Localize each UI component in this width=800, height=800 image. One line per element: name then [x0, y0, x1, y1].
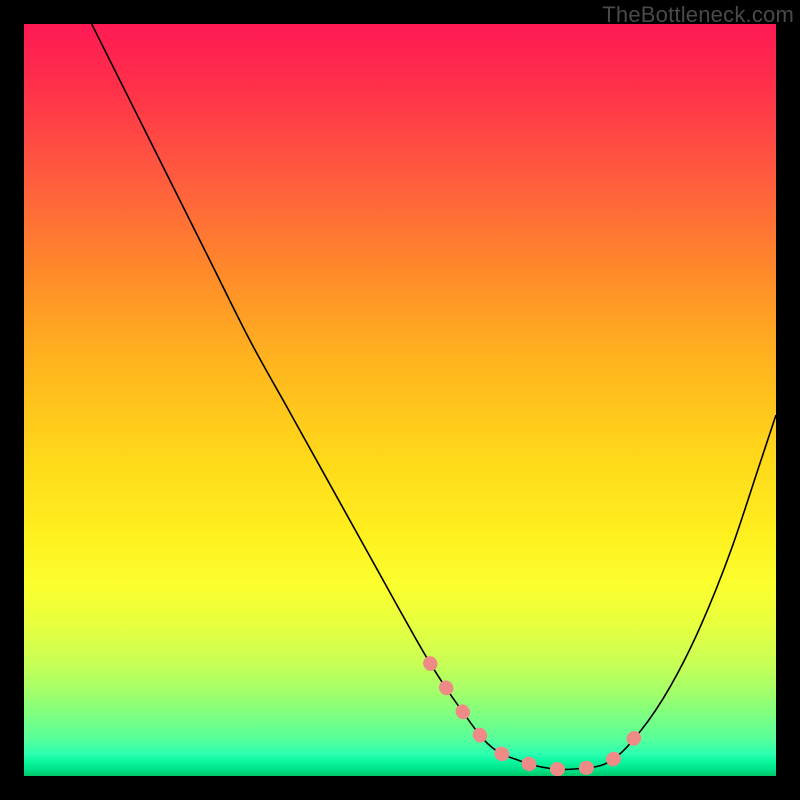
optimal-zone-highlight — [24, 24, 776, 776]
plot-area — [24, 24, 776, 776]
chart-frame: TheBottleneck.com — [0, 0, 800, 800]
watermark-text: TheBottleneck.com — [602, 2, 794, 28]
